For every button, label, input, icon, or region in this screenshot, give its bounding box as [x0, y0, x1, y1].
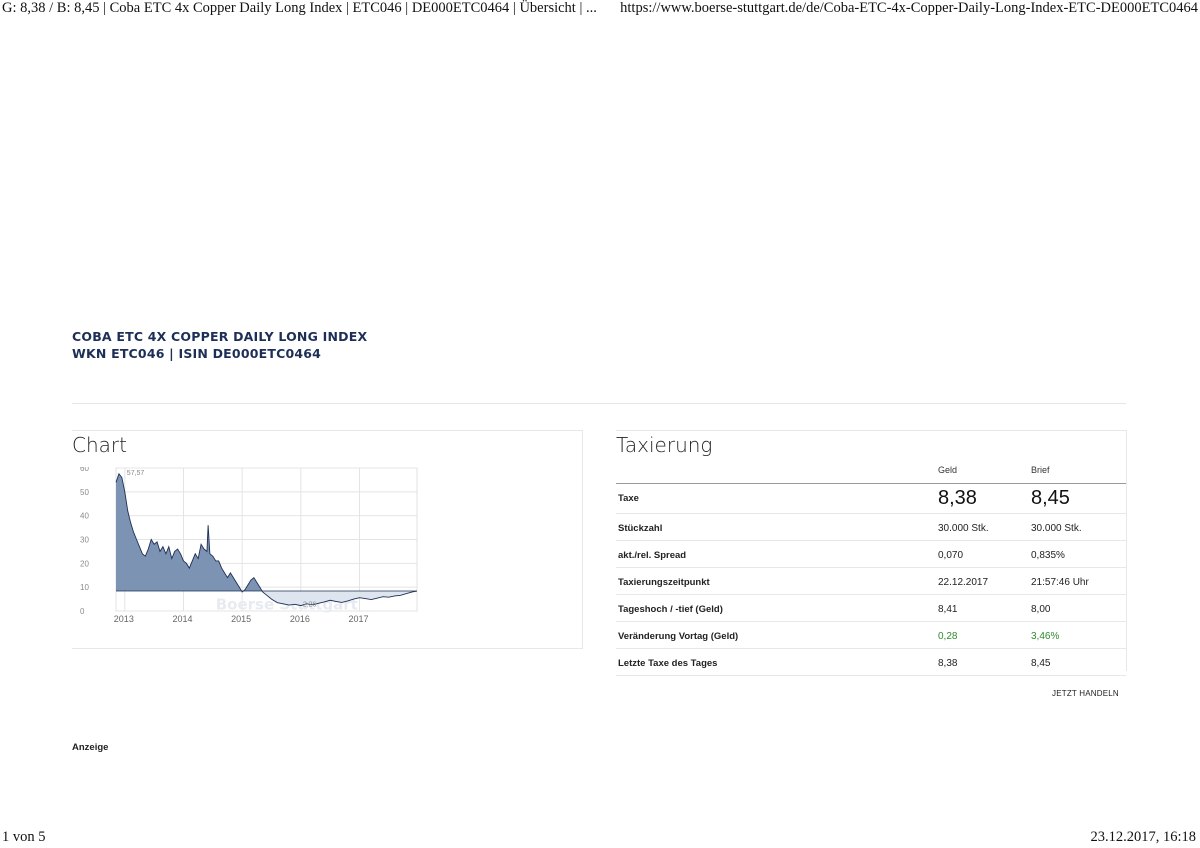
- geld-value: 0,28: [938, 631, 958, 642]
- table-row: Stückzahl 30.000 Stk. 30.000 Stk.: [616, 514, 1126, 541]
- geld-value: 30.000 Stk.: [938, 523, 989, 534]
- x-tick-label: 2013: [114, 614, 134, 624]
- column-header-geld: Geld: [938, 465, 958, 475]
- product-identifiers: WKN ETC046 | ISIN DE000ETC0464: [72, 346, 322, 361]
- x-tick-label: 2017: [348, 614, 368, 624]
- taxierung-column-headers: Geld Brief: [616, 465, 1126, 483]
- table-row: Letzte Taxe des Tages 8,38 8,45: [616, 649, 1126, 676]
- brief-value: 3,46%: [1031, 631, 1060, 642]
- print-header-url: https://www.boerse-stuttgart.de/de/Coba-…: [620, 0, 1198, 16]
- geld-value: 8,41: [938, 604, 958, 615]
- brief-value: 30.000 Stk.: [1031, 523, 1082, 534]
- row-label: Stückzahl: [618, 523, 663, 534]
- x-tick-label: 2014: [172, 614, 192, 624]
- geld-value: 8,38: [938, 658, 958, 669]
- brief-value: 0,835%: [1031, 550, 1065, 561]
- geld-value: 8,38: [938, 487, 977, 509]
- table-row: Taxierungszeitpunkt 22.12.2017 21:57:46 …: [616, 568, 1126, 595]
- taxierung-table: Taxe 8,38 8,45 Stückzahl 30.000 Stk. 30.…: [616, 484, 1126, 676]
- x-tick-label: 2016: [290, 614, 310, 624]
- chart-annotation: 57,57: [127, 470, 145, 477]
- section-divider: [72, 403, 1126, 404]
- y-tick-label: 60: [80, 467, 89, 473]
- chart-heading: Chart: [72, 433, 127, 457]
- row-label: Taxierungszeitpunkt: [618, 577, 710, 588]
- chart-panel: Chart 010203040506020132014201520162017B…: [72, 430, 583, 649]
- y-tick-label: 0: [80, 607, 85, 616]
- y-tick-label: 10: [80, 583, 89, 592]
- print-footer-page: 1 von 5: [2, 829, 46, 845]
- table-row: Veränderung Vortag (Geld) 0,28 3,46%: [616, 622, 1126, 649]
- taxierung-heading: Taxierung: [616, 433, 713, 457]
- column-header-brief: Brief: [1031, 465, 1050, 475]
- trade-now-link[interactable]: JETZT HANDELN: [1052, 689, 1119, 698]
- y-tick-label: 40: [80, 512, 89, 521]
- product-name: COBA ETC 4X COPPER DAILY LONG INDEX: [72, 329, 368, 344]
- row-label: Taxe: [618, 493, 639, 504]
- table-row: akt./rel. Spread 0,070 0,835%: [616, 541, 1126, 568]
- price-chart[interactable]: 010203040506020132014201520162017Boerse …: [72, 467, 432, 627]
- chart-annotation: 2,26: [303, 602, 317, 609]
- ad-label: Anzeige: [72, 742, 109, 753]
- geld-value: 0,070: [938, 550, 964, 561]
- row-label: Letzte Taxe des Tages: [618, 658, 718, 669]
- y-tick-label: 30: [80, 536, 89, 545]
- brief-value: 8,00: [1031, 604, 1051, 615]
- y-tick-label: 20: [80, 559, 89, 568]
- x-tick-label: 2015: [231, 614, 251, 624]
- print-header-title: G: 8,38 / B: 8,45 | Coba ETC 4x Copper D…: [2, 0, 597, 16]
- brief-value: 8,45: [1031, 658, 1051, 669]
- row-label: Veränderung Vortag (Geld): [618, 631, 739, 642]
- table-row: Taxe 8,38 8,45: [616, 484, 1126, 514]
- print-footer-datetime: 23.12.2017, 16:18: [1090, 829, 1196, 845]
- product-header: COBA ETC 4X COPPER DAILY LONG INDEX WKN …: [72, 328, 367, 362]
- table-row: Tageshoch / -tief (Geld) 8,41 8,00: [616, 595, 1126, 622]
- brief-value: 8,45: [1031, 487, 1070, 509]
- brief-value: 21:57:46 Uhr: [1031, 577, 1089, 588]
- geld-value: 22.12.2017: [938, 577, 989, 588]
- row-label: akt./rel. Spread: [618, 550, 687, 561]
- y-tick-label: 50: [80, 488, 89, 497]
- row-label: Tageshoch / -tief (Geld): [618, 604, 723, 615]
